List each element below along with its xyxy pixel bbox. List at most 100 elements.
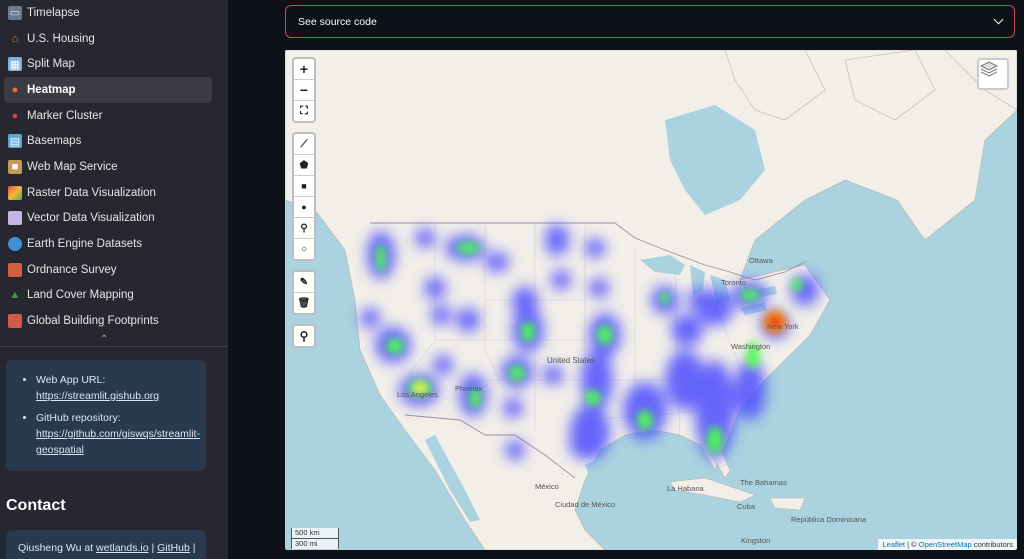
globe-icon <box>8 237 22 252</box>
brick-icon <box>8 262 22 277</box>
zoom-in-button[interactable]: + <box>294 59 314 80</box>
polygon-icon: ⬟ <box>299 159 309 171</box>
search-button[interactable]: ⚲ <box>294 326 314 346</box>
github-label: GitHub repository: <box>36 412 121 424</box>
sidebar-item-label: Earth Engine Datasets <box>27 238 143 251</box>
contact-heading: Contact <box>6 497 66 514</box>
fire-icon: ● <box>11 83 19 96</box>
map-label-united-states: United States <box>547 356 596 365</box>
sidebar-nav: ▭ Timelapse ⌂ U.S. Housing ▦ Split Map ● Hea… <box>4 0 212 334</box>
sidebar-item-basemaps[interactable]: ▤ Basemaps <box>4 128 212 154</box>
sidebar-item-label: Split Map <box>27 58 75 71</box>
sidebar-item-us-housing[interactable]: ⌂ U.S. Housing <box>4 26 212 52</box>
expander-label: See source code <box>298 15 377 28</box>
sidebar-item-ordnance-survey[interactable]: Ordnance Survey <box>4 257 212 283</box>
sidebar-item-label: Global Building Footprints <box>27 315 159 328</box>
source-code-expander[interactable]: See source code <box>285 5 1015 38</box>
sidebar-item-label: Raster Data Visualization <box>27 186 156 199</box>
map-label-toronto: Toronto <box>721 278 747 287</box>
draw-circle-button[interactable]: ● <box>294 197 314 218</box>
zoom-control: + − ⛶ <box>292 57 316 123</box>
wetlands-link[interactable]: wetlands.io <box>96 542 149 554</box>
sidebar-item-vector-data-visualization[interactable]: Vector Data Visualization <box>4 206 212 232</box>
draw-marker-button[interactable]: ⚲ <box>294 218 314 239</box>
hispaniola-land <box>769 497 806 511</box>
map-label-phoenix: Phoenix <box>455 384 483 393</box>
draw-circlemarker-button[interactable]: ○ <box>294 239 314 259</box>
sidebar-item-label: Basemaps <box>27 135 82 148</box>
leaflet-link[interactable]: Leaflet <box>882 540 905 549</box>
map-label-kingston: Kingston <box>741 536 771 545</box>
github-link[interactable]: https://github.com/giswqs/streamlit-geos… <box>36 428 200 456</box>
map-label-ottawa: Ottawa <box>749 256 773 265</box>
search-icon: ⚲ <box>299 329 309 343</box>
fullscreen-button[interactable]: ⛶ <box>294 101 314 121</box>
sidebar-item-marker-cluster[interactable]: ● Marker Cluster <box>4 103 212 129</box>
github-contact-link[interactable]: GitHub <box>157 542 190 554</box>
raster-icon <box>8 185 22 200</box>
chevron-down-icon <box>993 14 1004 25</box>
layers-icon <box>979 61 999 77</box>
map-label-los-angeles: Los Angeles <box>397 390 438 399</box>
sidebar-item-global-building-footprints[interactable]: Global Building Footprints <box>4 308 212 334</box>
sidebar-item-label: U.S. Housing <box>27 32 95 45</box>
draw-polygon-button[interactable]: ⬟ <box>294 155 314 176</box>
webapp-link[interactable]: https://streamlit.gishub.org <box>36 390 159 402</box>
edit-icon: ✎ <box>299 276 309 288</box>
list-item: GitHub repository: https://github.com/gis… <box>36 410 206 458</box>
scale-mi: 300 mi <box>291 538 339 549</box>
sidebar-item-heatmap[interactable]: ● Heatmap <box>4 77 212 103</box>
draw-toolbar: ⟋ ⬟ ■ ● ⚲ ○ <box>292 132 316 261</box>
attribution-sep: | © <box>907 540 917 549</box>
search-control: ⚲ <box>292 324 316 348</box>
map-label-mexico: México <box>535 482 559 491</box>
zoom-out-button[interactable]: − <box>294 80 314 101</box>
sidebar-item-label: Vector Data Visualization <box>27 212 155 225</box>
github-link-part2: geospatial <box>36 444 84 456</box>
collapse-caret-icon[interactable]: ⌃ <box>100 334 108 345</box>
tree-icon: ▲ <box>9 289 21 302</box>
map-label-new-york: New York <box>767 322 799 331</box>
edit-layers-button[interactable]: ✎ <box>294 272 314 293</box>
map-label-republica-dominicana: República Dominicana <box>791 515 867 524</box>
rectangle-icon: ■ <box>301 181 307 191</box>
sidebar-item-land-cover-mapping[interactable]: ▲ Land Cover Mapping <box>4 283 212 309</box>
pin-icon: ● <box>11 109 19 122</box>
sidebar-item-raster-data-visualization[interactable]: Raster Data Visualization <box>4 180 212 206</box>
building-icon <box>8 314 22 329</box>
map-attribution: Leaflet | © OpenStreetMap contributors <box>878 539 1017 550</box>
draw-rectangle-button[interactable]: ■ <box>294 176 314 197</box>
contact-text: Qiusheng Wu at <box>18 542 94 554</box>
map-label-bahamas: The Bahamas <box>740 478 787 487</box>
camera-icon: ▭ <box>8 5 22 20</box>
marker-icon: ⚲ <box>300 222 308 234</box>
sidebar-item-split-map[interactable]: ▦ Split Map <box>4 51 212 77</box>
github-link-part1: https://github.com/giswqs/streamlit- <box>36 428 200 440</box>
sidebar-item-earth-engine-datasets[interactable]: Earth Engine Datasets <box>4 231 212 257</box>
sidebar-item-label: Ordnance Survey <box>27 263 117 276</box>
map-label-ciudad-de-mexico: Ciudad de México <box>555 500 616 509</box>
split-map-icon: ▦ <box>8 57 22 72</box>
webapp-label: Web App URL: <box>36 374 106 386</box>
contact-box: Qiusheng Wu at wetlands.io | GitHub | <box>6 530 206 559</box>
sidebar-item-label: Land Cover Mapping <box>27 289 134 302</box>
trash-icon: 🗑 <box>297 297 311 309</box>
sidebar-item-label: Marker Cluster <box>27 109 103 122</box>
sidebar: ▭ Timelapse ⌂ U.S. Housing ▦ Split Map ● Hea… <box>0 0 228 559</box>
sidebar-item-timelapse[interactable]: ▭ Timelapse <box>4 0 212 26</box>
layers-control-button[interactable] <box>977 58 1009 90</box>
package-icon: ■ <box>8 159 22 174</box>
delete-layers-button[interactable]: 🗑 <box>294 293 314 313</box>
attribution-tail: contributors <box>973 540 1013 549</box>
contact-sep: | <box>151 542 155 554</box>
info-box: Web App URL: https://streamlit.gishub.org… <box>6 360 206 471</box>
osm-link[interactable]: OpenStreetMap <box>919 540 972 549</box>
polyline-icon: ⟋ <box>300 138 308 150</box>
heatmap-map[interactable]: Ottawa Toronto New York Washington Unite… <box>285 50 1017 550</box>
circle-icon: ● <box>301 202 307 212</box>
house-icon: ⌂ <box>11 32 19 45</box>
sidebar-item-web-map-service[interactable]: ■ Web Map Service <box>4 154 212 180</box>
map-icon: ▤ <box>8 134 22 149</box>
vector-icon <box>8 211 22 226</box>
draw-polyline-button[interactable]: ⟋ <box>294 134 314 155</box>
